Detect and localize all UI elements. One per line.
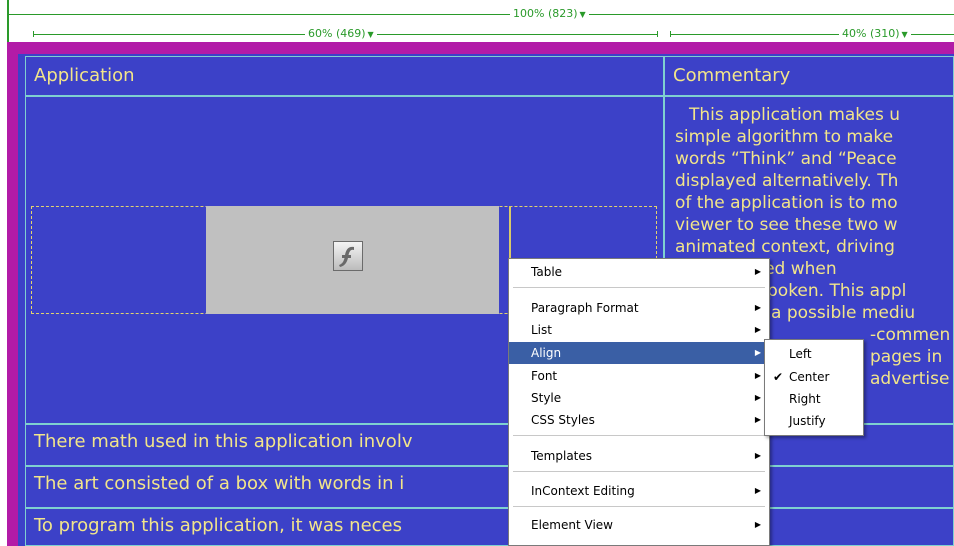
menu-item-label: Templates — [531, 449, 593, 463]
right-width-label: 40% (310) — [842, 27, 900, 40]
triangle-down-icon: ▼ — [579, 10, 586, 19]
triangle-right-icon: ▶ — [754, 371, 761, 380]
menu-item-list[interactable]: List ▶ — [509, 319, 769, 341]
left-width-label: 60% (469) — [308, 27, 366, 40]
triangle-right-icon: ▶ — [754, 348, 761, 357]
triangle-right-icon: ▶ — [754, 303, 761, 312]
commentary-line: This application makes u — [689, 105, 901, 125]
context-menu: Table ▶ Paragraph Format ▶ List ▶ Align ▶ Fo… — [508, 258, 770, 546]
header-cell-commentary[interactable]: Commentary — [664, 56, 954, 96]
ruler-tick — [670, 31, 671, 37]
triangle-right-icon: ▶ — [754, 451, 761, 460]
flash-placeholder-icon — [333, 241, 363, 271]
menu-item-element-view[interactable]: Element View ▶ — [509, 514, 769, 536]
submenu-item-right[interactable]: Right — [765, 388, 863, 410]
menu-separator — [513, 506, 765, 507]
triangle-right-icon: ▶ — [754, 520, 761, 529]
table-row-program[interactable]: To program this application, it was nece… — [25, 508, 954, 546]
menu-item-templates[interactable]: Templates ▶ — [509, 445, 769, 467]
row-text: The art consisted of a box with words in… — [34, 473, 405, 494]
ruler-right-line — [670, 34, 954, 35]
total-width-label: 100% (823) — [513, 7, 578, 20]
submenu-item-left[interactable]: Left — [765, 343, 863, 365]
menu-item-table[interactable]: Table ▶ — [509, 261, 769, 283]
submenu-item-center[interactable]: ✔ Center — [765, 366, 863, 388]
commentary-line: viewer to see these two w — [675, 215, 898, 235]
triangle-down-icon: ▼ — [367, 30, 374, 39]
menu-item-incontext-editing[interactable]: InContext Editing ▶ — [509, 480, 769, 502]
triangle-down-icon: ▼ — [901, 30, 908, 39]
submenu-item-justify[interactable]: Justify — [765, 410, 863, 432]
submenu-item-label: Left — [789, 347, 812, 361]
menu-item-label: Element View — [531, 518, 613, 532]
header-application: Application — [34, 65, 135, 86]
commentary-line: animated context, driving — [675, 237, 895, 257]
row-text: There math used in this application invo… — [34, 431, 413, 452]
row-text: To program this application, it was nece… — [34, 515, 402, 536]
align-submenu: Left ✔ Center Right Justify — [764, 339, 864, 436]
triangle-right-icon: ▶ — [754, 486, 761, 495]
right-column-width-dropdown[interactable]: 40% (310) ▼ — [839, 27, 911, 41]
menu-item-label: Paragraph Format — [531, 301, 639, 315]
menu-item-label: Align — [531, 346, 562, 360]
table-row-art[interactable]: The art consisted of a box with words in… — [25, 466, 954, 508]
triangle-right-icon: ▶ — [754, 325, 761, 334]
submenu-item-label: Justify — [789, 414, 826, 428]
triangle-right-icon: ▶ — [754, 267, 761, 276]
menu-item-css-styles[interactable]: CSS Styles ▶ — [509, 409, 769, 431]
commentary-line: of the application is to mo — [675, 193, 898, 213]
commentary-line: words “Think” and “Peace — [675, 149, 897, 169]
checkmark-icon: ✔ — [773, 370, 784, 384]
ruler-tick — [33, 31, 34, 37]
submenu-item-label: Right — [789, 392, 821, 406]
table-width-ruler: 100% (823) ▼ 60% (469) ▼ 40% (310) ▼ — [0, 0, 954, 42]
menu-item-label: Font — [531, 369, 558, 383]
left-column-width-dropdown[interactable]: 60% (469) ▼ — [305, 27, 377, 41]
menu-separator — [513, 287, 765, 288]
menu-item-style[interactable]: Style ▶ — [509, 387, 769, 409]
menu-item-label: InContext Editing — [531, 484, 635, 498]
ruler-total-line — [9, 14, 954, 15]
header-commentary: Commentary — [673, 65, 791, 86]
submenu-item-label: Center — [789, 370, 830, 384]
menu-separator — [513, 471, 765, 472]
menu-item-label: Table — [531, 265, 563, 279]
ruler-tick — [657, 31, 658, 37]
menu-item-paragraph-format[interactable]: Paragraph Format ▶ — [509, 297, 769, 319]
menu-item-label: List — [531, 323, 552, 337]
header-cell-application[interactable]: Application — [25, 56, 664, 96]
menu-item-label: Style — [531, 391, 562, 405]
ruler-left-edge — [7, 0, 9, 42]
commentary-line: displayed alternatively. Th — [675, 171, 899, 191]
menu-item-font[interactable]: Font ▶ — [509, 365, 769, 387]
commentary-line: simple algorithm to make — [675, 127, 894, 147]
triangle-right-icon: ▶ — [754, 393, 761, 402]
menu-item-label: CSS Styles — [531, 413, 595, 427]
total-width-dropdown[interactable]: 100% (823) ▼ — [510, 7, 589, 21]
triangle-right-icon: ▶ — [754, 415, 761, 424]
menu-item-align[interactable]: Align ▶ — [509, 342, 769, 364]
menu-separator — [513, 435, 765, 436]
